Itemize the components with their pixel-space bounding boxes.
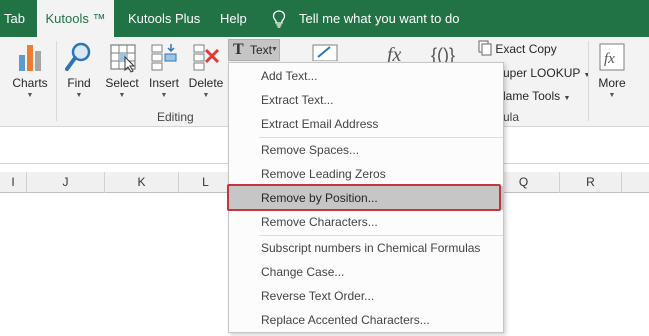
menu-item-reverse-text-order[interactable]: Reverse Text Order... [229,284,503,308]
name-tools-button[interactable]: lame Tools ▼ [503,86,570,106]
lightbulb-icon [272,10,286,28]
insert-cells-icon [151,44,177,71]
name-tools-label: lame Tools [503,89,561,103]
more-functions-icon: fx [599,43,625,71]
insert-label: Insert [148,76,179,90]
charts-icon [19,45,41,71]
delete-label: Delete [188,76,224,90]
menu-item-remove-characters[interactable]: Remove Characters... [229,210,503,234]
tab-kutools[interactable]: Kutools ™ [37,0,114,38]
find-button[interactable]: Find ▼ [62,37,96,123]
text-t-icon: T [233,41,244,58]
exact-copy-label: Exact Copy [495,42,557,56]
chevron-down-icon: ▼ [26,92,34,99]
ribbon-tab-bar: Tab Kutools ™ Kutools Plus Help Tell me … [0,0,649,38]
copy-icon [478,40,492,56]
text-button-label: Text [250,43,273,57]
formula-group-label: ula [503,110,520,124]
delete-cells-icon [193,44,220,71]
tab-tab[interactable]: Tab [4,0,25,37]
more-label: More [598,76,626,90]
menu-item-remove-leading-zeros[interactable]: Remove Leading Zeros [229,162,503,186]
super-lookup-label: uper LOOKUP [503,66,581,80]
svg-text:fx: fx [604,51,615,67]
find-label: Find [67,76,91,90]
menu-item-extract-email[interactable]: Extract Email Address [229,112,503,136]
charts-button[interactable]: Charts ▼ [8,37,52,123]
menu-item-replace-accented[interactable]: Replace Accented Characters... [229,308,503,332]
tab-kutools-plus[interactable]: Kutools Plus [128,0,200,37]
menu-item-extract-text[interactable]: Extract Text... [229,88,503,112]
chevron-down-icon: ▼ [583,72,591,79]
chevron-down-icon: ▼ [75,92,83,99]
more-button[interactable]: fx More ▼ [594,37,630,123]
menu-item-subscript-chemical[interactable]: Subscript numbers in Chemical Formulas [229,236,503,260]
magnifier-icon [65,42,91,71]
column-header-r[interactable]: R [560,172,622,193]
chevron-down-icon: ▼ [160,92,168,99]
chevron-down-icon: ▼ [271,46,278,53]
divider [56,41,57,121]
text-dropdown-button[interactable]: T Text ▼ [228,39,280,61]
column-header-j[interactable]: J [27,172,105,193]
chevron-down-icon: ▼ [608,92,616,99]
editing-group-label: Editing [157,110,194,124]
column-header-l[interactable]: L [179,172,233,193]
tab-help[interactable]: Help [220,0,247,37]
menu-item-remove-spaces[interactable]: Remove Spaces... [229,138,503,162]
select-range-icon [110,44,136,73]
charts-label: Charts [12,76,48,90]
select-label: Select [105,76,139,90]
select-button[interactable]: Select ▼ [102,37,142,123]
chevron-down-icon: ▼ [202,92,210,99]
column-header-i[interactable]: I [0,172,27,193]
column-header-k[interactable]: K [105,172,179,193]
chevron-down-icon: ▼ [563,95,571,102]
tell-me-text: Tell me what you want to do [299,11,460,26]
menu-item-change-case[interactable]: Change Case... [229,260,503,284]
format-icon [312,44,338,61]
exact-copy-button[interactable]: Exact Copy [478,39,557,59]
chevron-down-icon: ▼ [118,92,126,99]
menu-item-add-text[interactable]: Add Text... [229,64,503,88]
divider [588,41,589,121]
selection-highlight-box [227,184,501,211]
super-lookup-button[interactable]: uper LOOKUP ▼ [503,63,590,83]
